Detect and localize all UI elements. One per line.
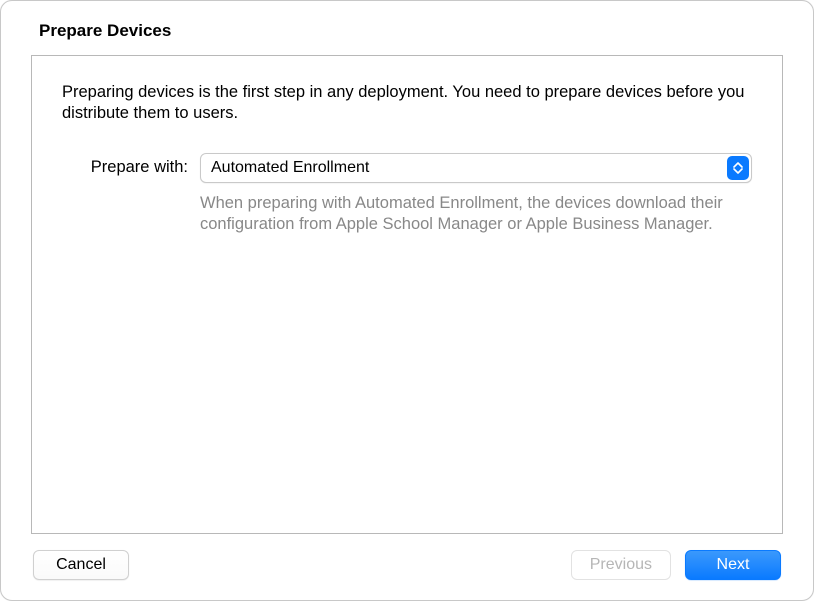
next-label: Next — [717, 556, 750, 574]
chevron-up-down-icon — [727, 156, 749, 180]
prepare-with-help: When preparing with Automated Enrollment… — [200, 193, 752, 236]
prepare-with-label: Prepare with: — [62, 153, 188, 177]
prepare-with-select[interactable]: Automated Enrollment — [200, 153, 752, 183]
cancel-label: Cancel — [56, 556, 106, 574]
prepare-with-value: Automated Enrollment — [211, 159, 369, 177]
right-buttons: Previous Next — [571, 550, 781, 580]
prepare-with-select-wrap: Automated Enrollment — [200, 153, 752, 183]
prepare-with-row: Prepare with: Automated Enrollment When … — [62, 153, 752, 236]
button-bar: Cancel Previous Next — [31, 550, 783, 580]
intro-text: Preparing devices is the first step in a… — [62, 82, 752, 125]
previous-label: Previous — [590, 556, 652, 574]
cancel-button[interactable]: Cancel — [33, 550, 129, 580]
dialog-title: Prepare Devices — [39, 21, 783, 41]
prepare-devices-dialog: Prepare Devices Preparing devices is the… — [0, 0, 814, 601]
left-buttons: Cancel — [33, 550, 129, 580]
next-button[interactable]: Next — [685, 550, 781, 580]
previous-button: Previous — [571, 550, 671, 580]
content-panel: Preparing devices is the first step in a… — [31, 55, 783, 534]
prepare-with-control: Automated Enrollment When preparing with… — [200, 153, 752, 236]
